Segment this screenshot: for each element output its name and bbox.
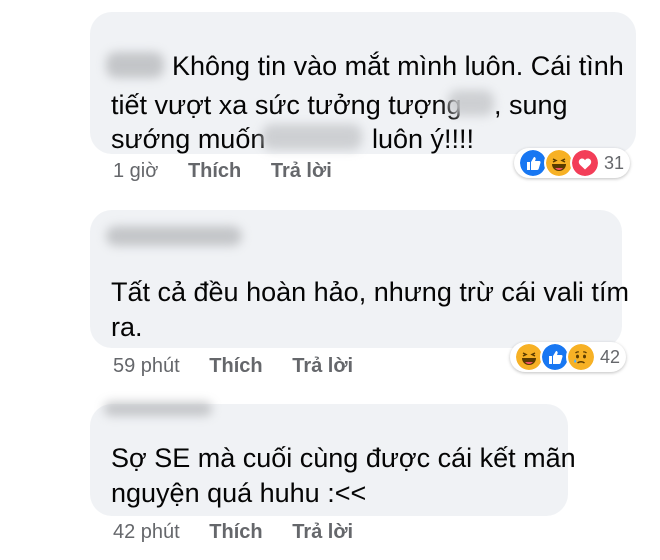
author-name-blurred bbox=[104, 402, 212, 416]
reply-button[interactable]: Trả lời bbox=[292, 355, 353, 377]
comment-text-line: ra. bbox=[111, 312, 143, 342]
reaction-count: 31 bbox=[604, 152, 625, 173]
redacted-text bbox=[262, 124, 362, 150]
reactions-summary[interactable]: 31 bbox=[514, 148, 631, 178]
redacted-text bbox=[448, 90, 494, 116]
reactions-summary[interactable]: 42 bbox=[510, 342, 627, 372]
timestamp: 42 phút bbox=[113, 521, 180, 543]
comment-text-line: sướng muốn bbox=[111, 124, 266, 154]
like-button[interactable]: Thích bbox=[209, 355, 262, 377]
sad-icon bbox=[566, 342, 596, 372]
love-icon bbox=[570, 148, 600, 178]
like-button[interactable]: Thích bbox=[188, 160, 241, 182]
reply-button[interactable]: Trả lời bbox=[292, 521, 353, 543]
author-name-blurred bbox=[106, 226, 242, 246]
comment-text-line: Sợ SE mà cuối cùng được cái kết mãn bbox=[111, 443, 576, 473]
comment-meta: 59 phút Thích Trả lời bbox=[113, 355, 377, 378]
timestamp: 59 phút bbox=[113, 355, 180, 377]
timestamp: 1 giờ bbox=[113, 160, 159, 182]
reaction-count: 42 bbox=[600, 346, 621, 367]
comment-text-line: , sung bbox=[494, 90, 568, 120]
comment-text-line: nguyện quá huhu :<< bbox=[111, 478, 367, 508]
comments-page: { "comments": [ { "lines": [ "Không tin … bbox=[0, 0, 660, 560]
comment-text-line: Tất cả đều hoàn hảo, nhưng trừ cái vali … bbox=[111, 277, 629, 307]
like-button[interactable]: Thích bbox=[209, 521, 262, 543]
comment-text-line: Không tin vào mắt mình luôn. Cái tình bbox=[172, 51, 624, 81]
comment-meta: 1 giờ Thích Trả lời bbox=[113, 160, 356, 183]
comment-meta: 42 phút Thích Trả lời bbox=[113, 521, 377, 544]
author-name-blurred bbox=[106, 52, 164, 78]
reply-button[interactable]: Trả lời bbox=[271, 160, 332, 182]
comment-text-line: luôn ý!!!! bbox=[372, 124, 475, 154]
comment-text-line: tiết vượt xa sức tưởng tượng bbox=[111, 90, 462, 120]
